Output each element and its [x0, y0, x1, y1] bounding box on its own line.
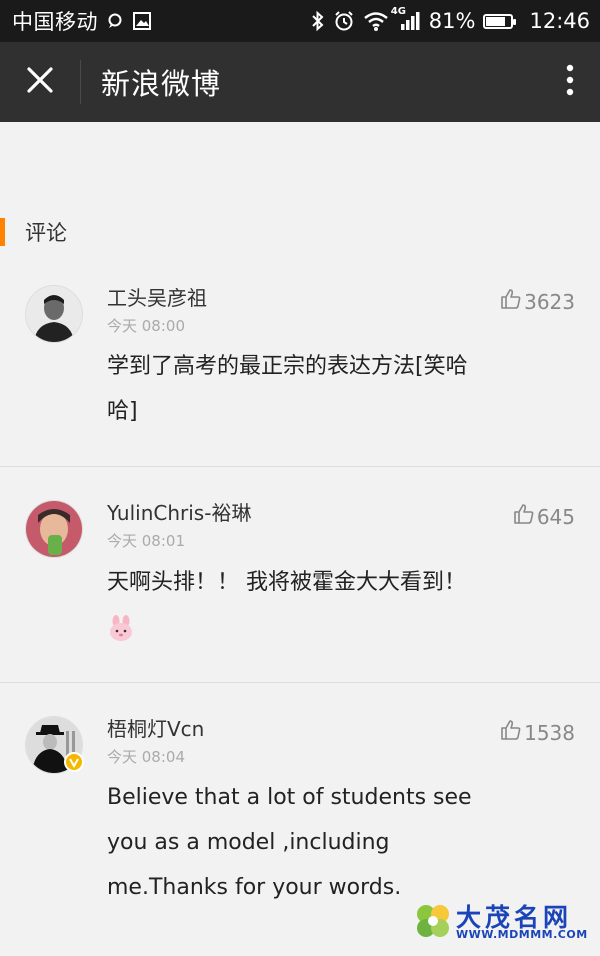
comment-username[interactable]: 工头吴彦祖: [107, 282, 207, 311]
alarm-icon: [333, 10, 355, 32]
thumbs-up-icon: [500, 288, 522, 315]
avatar[interactable]: [25, 500, 83, 558]
rabbit-emoji-icon: [108, 614, 134, 646]
watermark-url: WWW.MDMMM.COM: [456, 928, 588, 941]
title-bar: 新浪微博: [0, 42, 600, 122]
like-count: 3623: [524, 289, 575, 314]
bluetooth-icon: [311, 10, 325, 32]
image-icon: [132, 11, 152, 31]
comment-text: Believe that a lot of students see you a…: [107, 785, 472, 900]
wifi-icon: [363, 10, 389, 32]
more-vertical-icon: [566, 64, 574, 100]
divider: [0, 682, 600, 683]
title-divider: [80, 60, 81, 104]
section-accent-bar: [0, 218, 5, 246]
verified-badge-icon: [64, 752, 84, 772]
comment-username[interactable]: YulinChris-裕琳: [107, 497, 251, 526]
close-icon: [26, 66, 54, 98]
message-icon: [106, 12, 124, 30]
thumbs-up-icon: [500, 719, 522, 746]
section-title: 评论: [25, 221, 67, 245]
battery-icon: [483, 13, 517, 29]
comments-section-header: 评论: [0, 214, 67, 250]
thumbs-up-icon: [513, 503, 535, 530]
network-badge: 4G: [390, 6, 406, 17]
comment-item: 梧桐灯Vcn 今天 08:04 1538 Believe that a lot …: [0, 700, 600, 900]
divider: [0, 466, 600, 467]
comment-time: 今天 08:00: [107, 317, 185, 335]
clock: 12:46: [529, 9, 590, 33]
comment-time: 今天 08:04: [107, 748, 185, 766]
like-count: 645: [536, 504, 575, 529]
comment-text: 天啊头排！！ 我将被霍金大大看到！: [107, 570, 466, 595]
comment-item: 工头吴彦祖 今天 08:00 3623 学到了高考的最正宗的表达方法[笑哈哈]: [0, 270, 600, 466]
avatar[interactable]: [25, 285, 83, 343]
like-button[interactable]: 1538: [500, 719, 575, 746]
site-watermark: 大茂名网 WWW.MDMMM.COM: [412, 896, 592, 946]
status-bar: 中国移动 4G 81% 12:46: [0, 0, 600, 42]
page-title: 新浪微博: [101, 67, 222, 101]
like-count: 1538: [524, 720, 575, 745]
carrier-name: 中国移动: [12, 10, 98, 34]
like-button[interactable]: 3623: [500, 288, 575, 315]
clover-logo-icon: [412, 900, 454, 946]
more-options-button[interactable]: [540, 42, 600, 122]
signal-icon: 4G: [391, 6, 421, 32]
battery-percent: 81%: [428, 9, 476, 33]
comment-text: 学到了高考的最正宗的表达方法[笑哈哈]: [107, 354, 468, 424]
like-button[interactable]: 645: [513, 503, 575, 530]
comment-username[interactable]: 梧桐灯Vcn: [107, 713, 204, 742]
close-button[interactable]: [0, 42, 80, 122]
comment-item: YulinChris-裕琳 今天 08:01 645 天啊头排！！ 我将被霍金大…: [0, 484, 600, 680]
comment-time: 今天 08:01: [107, 532, 185, 550]
